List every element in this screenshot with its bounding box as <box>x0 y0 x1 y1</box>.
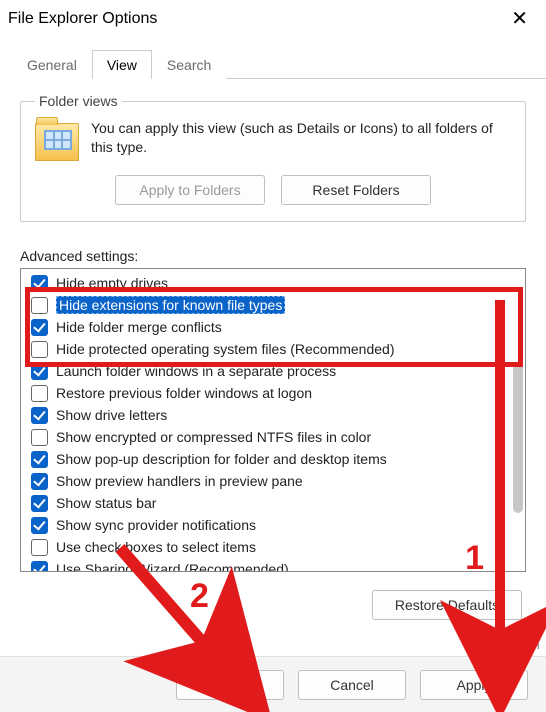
folder-views-group: Folder views You can apply this view (su… <box>20 93 526 222</box>
checkbox[interactable] <box>31 363 48 380</box>
tab-view[interactable]: View <box>92 50 152 79</box>
folder-views-text: You can apply this view (such as Details… <box>91 119 511 157</box>
list-item[interactable]: Show status bar <box>31 492 509 514</box>
ok-button[interactable]: OK <box>176 670 284 700</box>
scrollbar-thumb[interactable] <box>513 363 523 513</box>
restore-defaults-button[interactable]: Restore Defaults <box>372 590 522 620</box>
list-item-label: Show preview handlers in preview pane <box>56 473 303 489</box>
list-item-label: Use Sharing Wizard (Recommended) <box>56 561 289 571</box>
checkbox[interactable] <box>31 473 48 490</box>
apply-to-folders-button: Apply to Folders <box>115 175 265 205</box>
list-item[interactable]: Show encrypted or compressed NTFS files … <box>31 426 509 448</box>
watermark: wsxdn.com <box>472 637 540 652</box>
tab-general[interactable]: General <box>12 50 92 79</box>
checkbox[interactable] <box>31 517 48 534</box>
list-item[interactable]: Use check boxes to select items <box>31 536 509 558</box>
list-item[interactable]: Hide folder merge conflicts <box>31 316 509 338</box>
list-item-label: Use check boxes to select items <box>56 539 256 555</box>
list-item-label: Hide extensions for known file types <box>56 296 285 314</box>
list-item[interactable]: Show preview handlers in preview pane <box>31 470 509 492</box>
checkbox[interactable] <box>31 451 48 468</box>
checkbox[interactable] <box>31 297 48 314</box>
list-item[interactable]: Use Sharing Wizard (Recommended) <box>31 558 509 571</box>
reset-folders-button[interactable]: Reset Folders <box>281 175 431 205</box>
folder-views-legend: Folder views <box>35 93 122 109</box>
list-item-label: Restore previous folder windows at logon <box>56 385 312 401</box>
checkbox[interactable] <box>31 539 48 556</box>
checkbox[interactable] <box>31 341 48 358</box>
apply-button[interactable]: Apply <box>420 670 528 700</box>
close-icon[interactable]: ✕ <box>503 6 536 31</box>
list-item[interactable]: Hide protected operating system files (R… <box>31 338 509 360</box>
checkbox[interactable] <box>31 429 48 446</box>
list-item[interactable]: Hide empty drives <box>31 272 509 294</box>
dialog-button-bar: OK Cancel Apply <box>0 656 546 712</box>
list-item-label: Show drive letters <box>56 407 167 423</box>
cancel-button[interactable]: Cancel <box>298 670 406 700</box>
list-item[interactable]: Show pop-up description for folder and d… <box>31 448 509 470</box>
list-item[interactable]: Restore previous folder windows at logon <box>31 382 509 404</box>
scrollbar[interactable] <box>513 273 523 567</box>
list-item-label: Show pop-up description for folder and d… <box>56 451 387 467</box>
checkbox[interactable] <box>31 407 48 424</box>
list-item-label: Show status bar <box>56 495 156 511</box>
list-item[interactable]: Launch folder windows in a separate proc… <box>31 360 509 382</box>
folder-icon <box>35 123 79 161</box>
checkbox[interactable] <box>31 385 48 402</box>
list-item-label: Hide protected operating system files (R… <box>56 341 395 357</box>
advanced-settings-label: Advanced settings: <box>20 248 526 264</box>
list-item-label: Launch folder windows in a separate proc… <box>56 363 336 379</box>
list-item-label: Hide empty drives <box>56 275 168 291</box>
list-item-label: Hide folder merge conflicts <box>56 319 222 335</box>
checkbox[interactable] <box>31 319 48 336</box>
list-item-label: Show encrypted or compressed NTFS files … <box>56 429 371 445</box>
list-item-label: Show sync provider notifications <box>56 517 256 533</box>
checkbox[interactable] <box>31 275 48 292</box>
list-item[interactable]: Hide extensions for known file types <box>31 294 509 316</box>
list-item[interactable]: Show drive letters <box>31 404 509 426</box>
advanced-settings-listbox[interactable]: Hide empty drives Hide extensions for kno… <box>20 268 526 572</box>
checkbox[interactable] <box>31 495 48 512</box>
checkbox[interactable] <box>31 561 48 572</box>
tab-search[interactable]: Search <box>152 50 226 79</box>
tab-strip: General View Search <box>12 49 546 79</box>
window-title: File Explorer Options <box>8 10 157 28</box>
list-item[interactable]: Show sync provider notifications <box>31 514 509 536</box>
